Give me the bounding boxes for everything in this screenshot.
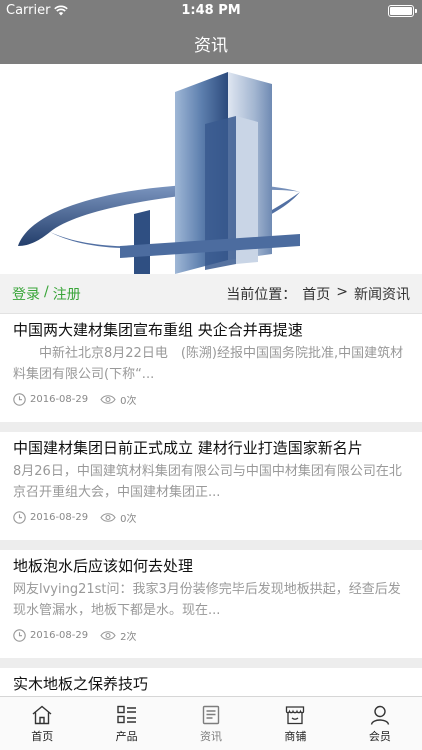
article-meta: 2016-08-29 0次: [13, 510, 137, 525]
breadcrumb-home[interactable]: 首页: [302, 284, 330, 304]
tab-products[interactable]: 产品: [84, 697, 168, 750]
page-title: 资讯: [194, 35, 228, 56]
article-summary: 8月26日，中国建筑材料集团有限公司与中国中材集团有限公司在北京召开重组大会，中…: [13, 464, 402, 500]
home-icon: [32, 705, 52, 724]
article-meta: 2016-08-29 0次: [13, 392, 137, 407]
user-icon: [370, 705, 390, 725]
clock-icon: [13, 629, 26, 642]
tab-label: 商铺: [284, 729, 307, 743]
breadcrumb-prefix: 当前位置：: [226, 286, 297, 303]
tab-news[interactable]: 资讯: [169, 697, 253, 750]
article-title: 地板泡水后应该如何去处理: [13, 557, 194, 575]
article-views: 0次: [120, 396, 137, 407]
article-date: 2016-08-29: [30, 512, 89, 523]
article-date: 2016-08-29: [30, 630, 89, 641]
tab-member[interactable]: 会员: [338, 697, 422, 750]
article-title: 中国建材集团日前正式成立 建材行业打造国家新名片: [13, 439, 363, 457]
article-title: 中国两大建材集团宣布重组 央企合并再提速: [13, 321, 303, 339]
article-item[interactable]: 中国建材集团日前正式成立 建材行业打造国家新名片 8月26日，中国建筑材料集团有…: [0, 432, 422, 540]
document-icon: [202, 705, 220, 724]
article-views: 2次: [120, 632, 137, 643]
article-item[interactable]: 中国两大建材集团宣布重组 央企合并再提速 中新社北京8月22日电 (陈溯)经报中…: [0, 314, 422, 422]
article-views: 0次: [120, 514, 137, 525]
status-time: 1:48 PM: [181, 3, 241, 18]
tab-bar: 首页 产品 资讯 商铺 会员: [0, 696, 422, 750]
company-logo: [18, 72, 300, 274]
grid-list-icon: [116, 705, 136, 723]
article-summary: 网友lvying21st问：我家3月份装修完毕后发现地板拱起，经查后发现水管漏水…: [13, 582, 401, 618]
register-link[interactable]: 注册: [53, 284, 81, 304]
tab-label: 产品: [115, 729, 138, 743]
login-link[interactable]: 登录: [12, 284, 40, 304]
status-bar: Carrier 1:48 PM: [0, 0, 422, 22]
shop-icon: [286, 705, 305, 724]
tab-home[interactable]: 首页: [0, 697, 84, 750]
auth-links: 登录 / 注册: [12, 284, 81, 304]
article-item[interactable]: 实木地板之保养技巧: [0, 668, 422, 696]
tab-label: 首页: [31, 729, 54, 743]
tab-label: 资讯: [200, 729, 223, 743]
clock-icon: [13, 511, 26, 524]
banner-image[interactable]: [0, 64, 422, 274]
tab-label: 会员: [368, 729, 391, 743]
nav-bar: 资讯: [0, 22, 422, 64]
tab-shop[interactable]: 商铺: [253, 697, 337, 750]
article-title: 实木地板之保养技巧: [13, 675, 149, 693]
article-meta: 2016-08-29 2次: [13, 628, 137, 643]
eye-icon: [100, 513, 116, 522]
breadcrumb: 当前位置： 首页 > 新闻资讯: [226, 284, 410, 304]
breadcrumb-current: 新闻资讯: [354, 286, 410, 303]
location-bar: 登录 / 注册 当前位置： 首页 > 新闻资讯: [0, 274, 422, 314]
battery-icon: [388, 5, 417, 17]
eye-icon: [100, 631, 116, 640]
article-item[interactable]: 地板泡水后应该如何去处理 网友lvying21st问：我家3月份装修完毕后发现地…: [0, 550, 422, 658]
article-list: 中国两大建材集团宣布重组 央企合并再提速 中新社北京8月22日电 (陈溯)经报中…: [0, 314, 422, 696]
article-date: 2016-08-29: [30, 394, 89, 405]
auth-separator: /: [44, 283, 49, 300]
clock-icon: [13, 393, 26, 406]
eye-icon: [100, 395, 116, 404]
article-summary: 中新社北京8月22日电 (陈溯)经报中国国务院批准,中国建筑材料集团有限公司(下…: [13, 346, 404, 382]
breadcrumb-arrow: >: [336, 283, 348, 300]
